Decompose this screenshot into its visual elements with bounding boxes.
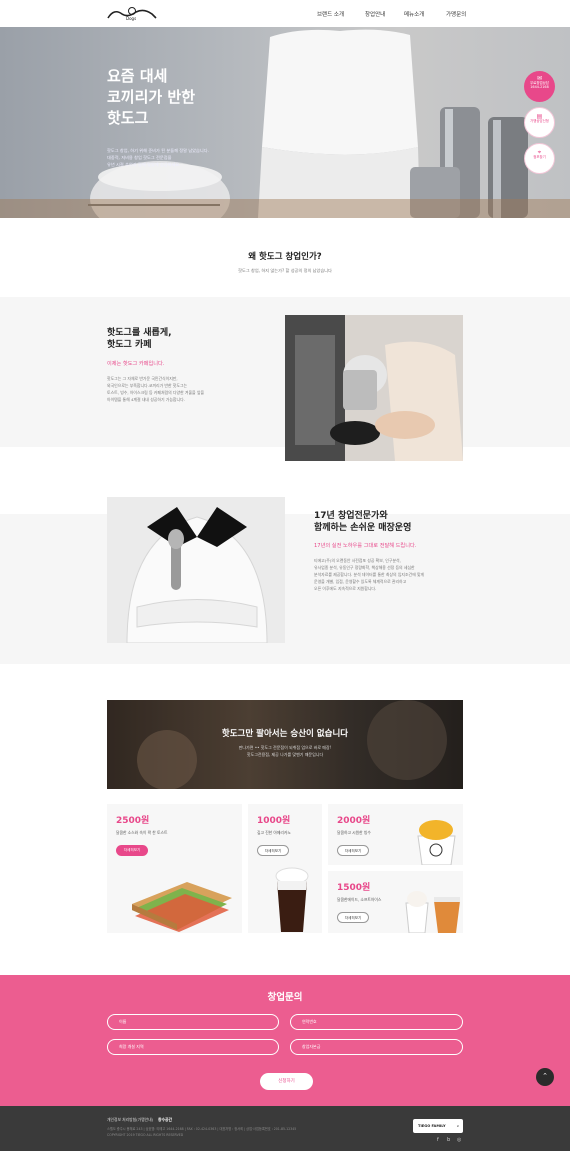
hero-kitchen-image <box>0 29 570 218</box>
nav-franchise[interactable]: 가맹문의 <box>446 10 466 18</box>
promo-description: 판나가면 •• 핫도그 전문점이 되취점 업으로 바로 매장! 핫도그전용점, … <box>238 745 332 757</box>
name-field[interactable]: 이름 <box>107 1014 279 1030</box>
hero-banner: 요즘 대세 코끼리가 반한 핫도그 핫도그 창업, 하기 위해 준비가 된 분들… <box>0 27 570 218</box>
feature2-body: 티에고(주)의 오랜동안 사전점포 성공 확보, 인구분석, 유사업종 분석, … <box>314 558 425 591</box>
privacy-link[interactable]: 개인정보 처리방침(가맹안내) <box>107 1117 153 1123</box>
nav-brand[interactable]: 브랜드 소개 <box>317 10 344 18</box>
company-info: 스펠도 충주시 봉채로 243 | 상호명: 티에고 1644-2168 | F… <box>107 1127 297 1137</box>
menu-price: 2000원 <box>337 816 371 826</box>
blog-icon[interactable]: b <box>447 1137 450 1143</box>
ade-softcream-image <box>405 891 460 933</box>
menu-price: 1500원 <box>337 883 371 893</box>
footer-link-2[interactable]: 창수공간 <box>158 1117 172 1123</box>
phone-field[interactable]: 연락번호 <box>290 1014 463 1030</box>
menu-desc: 달콤한에이드, 소프트아이스 <box>337 897 382 902</box>
nav-menu[interactable]: 메뉴소개 <box>404 10 424 18</box>
svg-text:Dogs: Dogs <box>126 16 136 21</box>
capital-field[interactable]: 창업자본금 <box>290 1039 463 1055</box>
feature1-coffee-image <box>285 315 463 461</box>
brand-logo[interactable]: Dogs <box>106 6 158 22</box>
americano-detail-button[interactable]: 자세히보기 <box>257 845 289 856</box>
menu-desc: 달콤한 소스와 속이 꽉 찬 토스트 <box>116 830 168 835</box>
menu-card-toast: 2500원 달콤한 소스와 속이 꽉 찬 토스트 자세히보기 <box>107 804 242 933</box>
promo-title: 핫도그만 팔아서는 승산이 없습니다 <box>221 729 349 739</box>
menu-card-ade: 1500원 달콤한에이드, 소프트아이스 자세히보기 <box>328 871 463 933</box>
feature1-body: 핫도그는 그 자체로 반가운 국민간식이지만, 외국인으로는 부족합니다.코끼리… <box>107 376 205 402</box>
submit-button[interactable]: 신청하기 <box>260 1073 313 1090</box>
bingsu-detail-button[interactable]: 자세히보기 <box>337 845 369 856</box>
chevron-up-icon: ⌃ <box>542 1072 548 1080</box>
menu-desc: 달콤하고 시원한 빙수 <box>337 830 371 835</box>
menu-desc: 깊고 진한 아메리카노 <box>257 830 291 835</box>
feature2-band <box>0 514 570 664</box>
inquiry-title: 창업문의 <box>267 992 303 1003</box>
scroll-top-button[interactable]: ⌃ <box>536 1068 554 1086</box>
feature1-title: 핫도그를 새롭게, 핫도그 카페 <box>107 328 172 350</box>
menu-price: 2500원 <box>116 816 150 826</box>
feature2-highlight: 17년의 실전 노하우를 그대로 전달해 드립니다. <box>314 543 417 549</box>
inquiry-section: 창업문의 이름 연락번호 희망 개설 지역 창업자본금 신청하기 ⌃ <box>0 975 570 1106</box>
instagram-icon[interactable]: ◎ <box>457 1137 461 1143</box>
menu-price: 1000원 <box>257 816 291 826</box>
toast-image <box>132 882 232 932</box>
franchise-apply-button[interactable]: ▤ 가맹상담신청 <box>524 107 555 138</box>
hero-title: 요즘 대세 코끼리가 반한 핫도그 <box>107 67 196 127</box>
menu-card-americano: 1000원 깊고 진한 아메리카노 자세히보기 <box>248 804 322 933</box>
hero-description: 핫도그 창업, 하기 위해 준비가 된 분들께 정말 남았습니다. 대중적, 저… <box>107 148 209 167</box>
site-header: Dogs 브랜드 소개 창업안내 메뉴소개 가맹문의 <box>0 0 570 27</box>
toast-detail-button[interactable]: 자세히보기 <box>116 845 148 856</box>
feature2-chef-image <box>107 497 285 643</box>
nav-startup[interactable]: 창업안내 <box>365 10 385 18</box>
menu-card-bingsu: 2000원 달콤하고 시원한 빙수 자세히보기 <box>328 804 463 865</box>
search-icon: ⌕ <box>456 1124 459 1128</box>
free-consult-button[interactable]: ✉ 무료창업상담 1644-2168 <box>524 71 555 102</box>
region-field[interactable]: 희망 개설 지역 <box>107 1039 279 1055</box>
store-finder-button[interactable]: ⌖ 점포찾기 <box>524 143 555 174</box>
promo-banner: 핫도그만 팔아서는 승산이 없습니다 판나가면 •• 핫도그 전문점이 되취점 … <box>107 700 463 789</box>
facebook-icon[interactable]: f <box>437 1137 439 1143</box>
site-footer: 개인정보 처리방침(가맹안내) 창수공간 스펠도 충주시 봉채로 243 | 상… <box>0 1106 570 1151</box>
feature2-title: 17년 창업전문가와 함께하는 손쉬운 매장운영 <box>314 511 412 533</box>
feature1-highlight: 이제는 핫도그 카페입니다. <box>107 361 165 367</box>
ade-detail-button[interactable]: 자세히보기 <box>337 912 369 923</box>
family-site-select[interactable]: TIEGO FAMILY ⌕ <box>413 1119 463 1133</box>
americano-image <box>275 867 309 932</box>
bingsu-image <box>417 820 456 865</box>
why-subtitle: 핫도그 창업, 하지 않는가? 할 성공의 정의 남았습니다 <box>238 268 332 273</box>
why-title: 왜 핫도그 창업인가? <box>248 252 322 262</box>
